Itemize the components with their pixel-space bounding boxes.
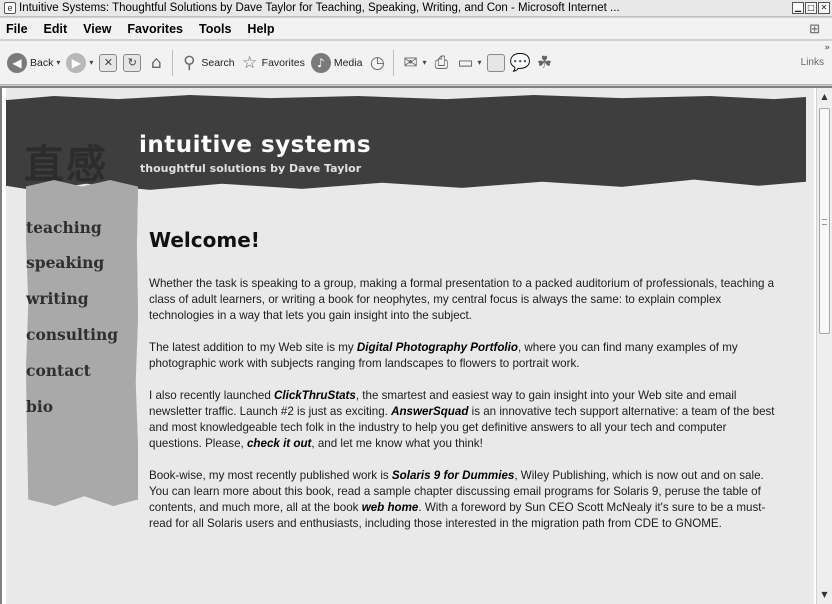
- title-bar: e Intuitive Systems: Thoughtful Solution…: [0, 0, 832, 17]
- print-button[interactable]: ⎙: [429, 48, 453, 78]
- grip-icon: [822, 219, 827, 225]
- link-answersquad[interactable]: AnswerSquad: [391, 405, 468, 418]
- refresh-button[interactable]: ↻: [120, 48, 144, 78]
- minimize-icon[interactable]: ▁: [792, 2, 804, 14]
- home-icon: ⌂: [150, 52, 162, 73]
- blank-button[interactable]: [484, 48, 508, 78]
- paragraph-text: I also recently launched: [149, 389, 275, 402]
- link-web-home[interactable]: web home: [362, 501, 419, 514]
- scrollbar-thumb[interactable]: [819, 108, 830, 334]
- favorites-button[interactable]: ☆ Favorites: [238, 48, 308, 78]
- forward-button[interactable]: ▶ ▾: [63, 48, 96, 78]
- search-button[interactable]: ⚲ Search: [177, 48, 237, 78]
- refresh-icon: ↻: [123, 53, 142, 72]
- menu-bar: File Edit View Favorites Tools Help ⊞: [0, 18, 832, 40]
- intro-paragraph: Whether the task is speaking to a group,…: [149, 277, 775, 322]
- portfolio-paragraph: The latest addition to my Web site is my…: [149, 340, 779, 372]
- browser-viewport: 直感 intuitive systems thoughtful solution…: [0, 86, 832, 604]
- site-subtitle: thoughtful solutions by Dave Taylor: [140, 162, 362, 175]
- media-icon: ♪: [310, 52, 331, 73]
- home-button[interactable]: ⌂: [144, 48, 168, 78]
- toolbar-separator: [393, 49, 395, 76]
- mail-dropdown-icon[interactable]: ▾: [422, 58, 426, 67]
- search-label: Search: [201, 56, 235, 69]
- speech-bubble-icon: 💬: [509, 52, 532, 73]
- discuss-button[interactable]: 💬: [508, 48, 532, 78]
- toolbar-chevron-icon[interactable]: »: [824, 43, 830, 53]
- link-solaris-9-for-dummies[interactable]: Solaris 9 for Dummies: [392, 469, 514, 482]
- mail-button[interactable]: ✉ ▾: [398, 48, 429, 78]
- media-label: Media: [333, 56, 363, 69]
- nav-consulting[interactable]: consulting: [26, 325, 118, 344]
- link-photography-portfolio[interactable]: Digital Photography Portfolio: [357, 341, 518, 354]
- window-controls: ▁ □ ✕: [792, 2, 830, 14]
- paragraph-text: The latest addition to my Web site is my: [149, 341, 357, 354]
- nav-speaking[interactable]: speaking: [26, 253, 104, 272]
- printer-icon: ⎙: [434, 52, 449, 73]
- maximize-icon[interactable]: □: [805, 2, 817, 14]
- back-dropdown-icon[interactable]: ▾: [56, 58, 60, 67]
- stop-icon: ✕: [99, 53, 118, 72]
- link-check-it-out[interactable]: check it out: [247, 437, 311, 450]
- paragraph-text: Book-wise, my most recently published wo…: [149, 469, 392, 482]
- nav-writing[interactable]: writing: [26, 289, 89, 308]
- scroll-up-icon[interactable]: ▲: [818, 90, 831, 104]
- edit-dropdown-icon[interactable]: ▾: [477, 58, 481, 67]
- banner-kanji-logo: 直感: [24, 141, 108, 188]
- site-banner: 直感 intuitive systems thoughtful solution…: [6, 95, 806, 191]
- book-paragraph: Book-wise, my most recently published wo…: [149, 468, 779, 532]
- page-heading: Welcome!: [149, 228, 260, 252]
- messenger-icon: ☘: [536, 52, 553, 73]
- media-button[interactable]: ♪ Media: [308, 48, 366, 78]
- window-title: Intuitive Systems: Thoughtful Solutions …: [19, 2, 620, 14]
- edit-button[interactable]: ▭ ▾: [453, 48, 484, 78]
- forward-dropdown-icon[interactable]: ▾: [89, 58, 93, 67]
- menu-file[interactable]: File: [0, 22, 36, 36]
- close-icon[interactable]: ✕: [818, 2, 830, 14]
- forward-arrow-icon: ▶: [66, 52, 87, 73]
- menu-edit[interactable]: Edit: [36, 22, 76, 36]
- menu-view[interactable]: View: [75, 22, 119, 36]
- history-icon: ◷: [370, 52, 385, 73]
- back-button[interactable]: ◀ Back ▾: [4, 48, 63, 78]
- search-icon: ⚲: [183, 52, 196, 73]
- link-clickthrustats[interactable]: ClickThruStats: [274, 389, 356, 402]
- star-icon: ☆: [242, 52, 258, 73]
- nav-bio[interactable]: bio: [26, 397, 53, 416]
- ie-app-icon: e: [4, 2, 16, 14]
- nav-teaching[interactable]: teaching: [26, 218, 102, 237]
- mail-icon: ✉: [403, 52, 418, 73]
- site-title[interactable]: intuitive systems: [139, 132, 371, 158]
- scroll-down-icon[interactable]: ▼: [818, 588, 831, 602]
- vertical-scrollbar[interactable]: ▲ ▼: [816, 88, 832, 604]
- blank-page-icon: [487, 53, 506, 72]
- menu-favorites[interactable]: Favorites: [119, 22, 191, 36]
- nav-contact[interactable]: contact: [26, 361, 91, 380]
- menu-help[interactable]: Help: [239, 22, 282, 36]
- paragraph-text: , and let me know what you think!: [311, 437, 483, 450]
- stop-button[interactable]: ✕: [96, 48, 120, 78]
- back-label: Back: [30, 56, 54, 69]
- links-label[interactable]: Links: [801, 57, 824, 68]
- main-content: Whether the task is speaking to a group,…: [149, 276, 779, 548]
- messenger-button[interactable]: ☘: [532, 48, 556, 78]
- launch-paragraph: I also recently launched ClickThruStats,…: [149, 388, 779, 452]
- history-button[interactable]: ◷: [365, 48, 389, 78]
- menu-tools[interactable]: Tools: [191, 22, 239, 36]
- windows-logo-icon: ⊞: [809, 20, 820, 36]
- favorites-label: Favorites: [261, 56, 305, 69]
- web-page: 直感 intuitive systems thoughtful solution…: [6, 88, 814, 604]
- toolbar-separator: [172, 49, 174, 76]
- back-arrow-icon: ◀: [7, 52, 27, 73]
- edit-page-icon: ▭: [457, 52, 474, 73]
- toolbar: ◀ Back ▾ ▶ ▾ ✕ ↻ ⌂ ⚲ Search ☆ Favorites …: [0, 41, 832, 85]
